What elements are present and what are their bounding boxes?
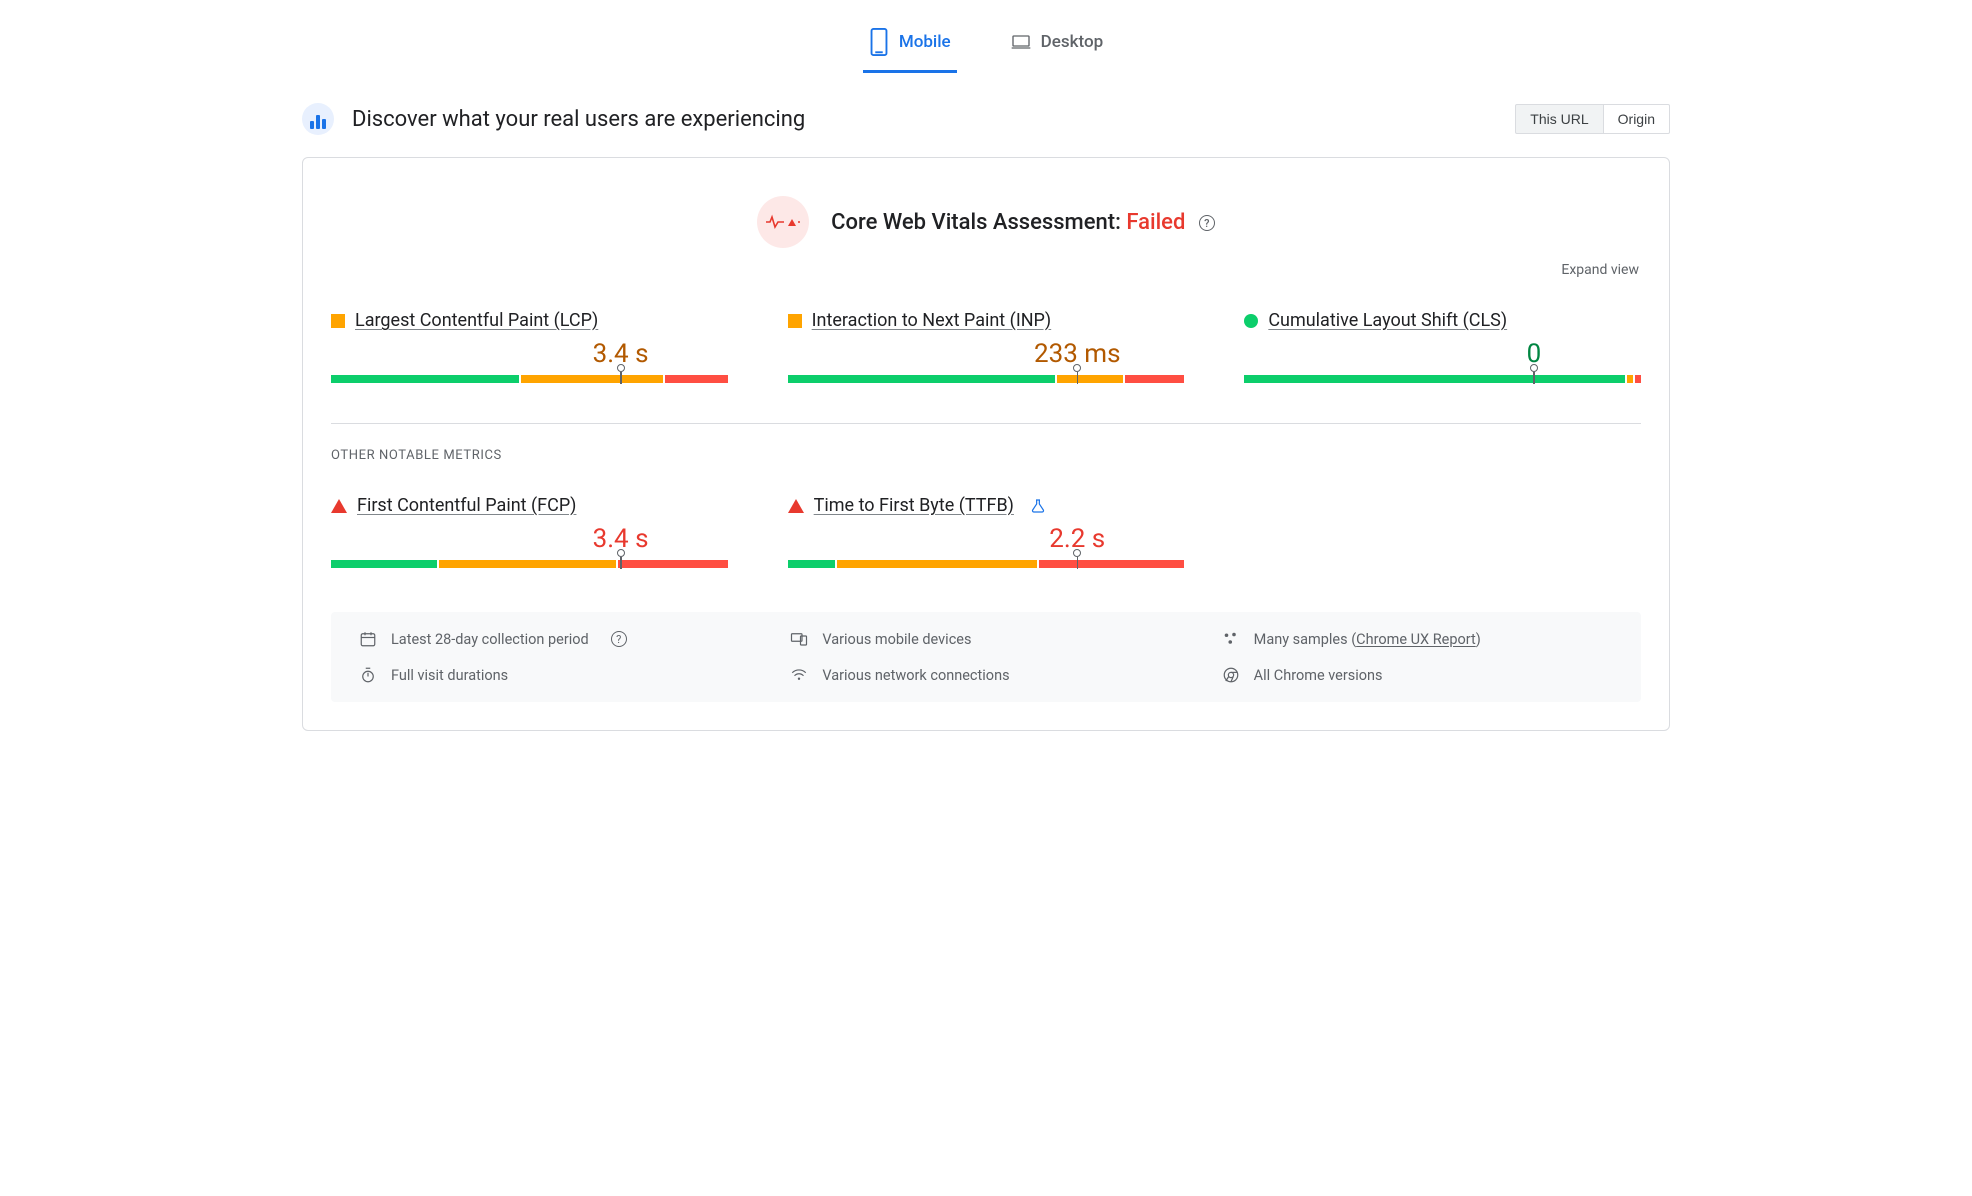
- note-durations: Full visit durations: [359, 666, 750, 684]
- note-devices: Various mobile devices: [790, 630, 1181, 648]
- period-help-icon[interactable]: ?: [611, 631, 627, 647]
- page-title: Discover what your real users are experi…: [352, 107, 805, 132]
- metric-name-link[interactable]: First Contentful Paint (FCP): [357, 495, 576, 516]
- note-devices-text: Various mobile devices: [822, 631, 971, 648]
- device-tabs: Mobile Desktop: [302, 0, 1670, 73]
- note-network: Various network connections: [790, 666, 1181, 684]
- seg-good: [331, 375, 519, 383]
- distribution-bar: [331, 560, 728, 568]
- assessment-help-icon[interactable]: ?: [1199, 215, 1215, 231]
- note-period: Latest 28-day collection period ?: [359, 630, 750, 648]
- seg-good: [331, 560, 437, 568]
- scope-this-url-button[interactable]: This URL: [1515, 104, 1603, 134]
- seg-good: [1244, 375, 1625, 383]
- assessment-row: Core Web Vitals Assessment: Failed ?: [331, 196, 1641, 248]
- metric-name-link[interactable]: Largest Contentful Paint (LCP): [355, 310, 598, 331]
- seg-poor: [1125, 375, 1184, 383]
- seg-poor: [618, 560, 728, 568]
- assessment-label: Core Web Vitals Assessment:: [831, 210, 1126, 235]
- distribution-bar: [788, 375, 1185, 383]
- field-data-card: Core Web Vitals Assessment: Failed ? Exp…: [302, 157, 1670, 731]
- metric-card: Cumulative Layout Shift (CLS) 0: [1244, 306, 1641, 403]
- divider: [331, 423, 1641, 424]
- needle-marker: [1077, 366, 1079, 382]
- seg-needs-improvement: [521, 375, 662, 383]
- metric-card: First Contentful Paint (FCP) 3.4 s: [331, 491, 728, 588]
- wifi-icon: [790, 666, 808, 684]
- tab-desktop-label: Desktop: [1041, 32, 1103, 52]
- other-metrics-label: OTHER NOTABLE METRICS: [331, 448, 1641, 463]
- needle-marker: [1534, 366, 1536, 382]
- notes-footer: Latest 28-day collection period ? Variou…: [331, 612, 1641, 702]
- users-chart-icon: [302, 103, 334, 135]
- note-versions: All Chrome versions: [1222, 666, 1613, 684]
- assessment-text: Core Web Vitals Assessment: Failed ?: [831, 210, 1215, 235]
- metric-card: Largest Contentful Paint (LCP) 3.4 s: [331, 306, 728, 403]
- seg-poor: [1039, 560, 1184, 568]
- status-square-icon: [788, 314, 802, 328]
- status-circle-icon: [1244, 314, 1258, 328]
- needle-marker: [621, 366, 623, 382]
- expand-view-link[interactable]: Expand view: [331, 256, 1641, 278]
- needle-marker: [1077, 551, 1079, 567]
- samples-suffix: ): [1476, 631, 1481, 648]
- assessment-status: Failed: [1126, 210, 1185, 235]
- note-network-text: Various network connections: [822, 667, 1009, 684]
- seg-needs-improvement: [837, 560, 1037, 568]
- crux-link[interactable]: Chrome UX Report: [1356, 631, 1476, 648]
- assessment-pulse-icon: [757, 196, 809, 248]
- mobile-icon: [869, 28, 889, 56]
- distribution-bar: [1244, 375, 1641, 383]
- status-triangle-icon: [331, 499, 347, 513]
- metric-name-link[interactable]: Time to First Byte (TTFB): [814, 495, 1014, 516]
- distribution-bar: [331, 375, 728, 383]
- scatter-icon: [1222, 630, 1240, 648]
- distribution-bar: [788, 560, 1185, 568]
- samples-prefix: Many samples (: [1254, 631, 1357, 648]
- seg-poor: [1635, 375, 1641, 383]
- status-triangle-icon: [788, 499, 804, 513]
- calendar-icon: [359, 630, 377, 648]
- seg-poor: [665, 375, 728, 383]
- seg-needs-improvement: [1057, 375, 1124, 383]
- flask-icon: [1030, 498, 1046, 514]
- metric-name-link[interactable]: Interaction to Next Paint (INP): [812, 310, 1052, 331]
- status-square-icon: [331, 314, 345, 328]
- note-period-text: Latest 28-day collection period: [391, 631, 589, 648]
- seg-needs-improvement: [439, 560, 616, 568]
- seg-needs-improvement: [1627, 375, 1633, 383]
- chrome-icon: [1222, 666, 1240, 684]
- scope-toggle: This URL Origin: [1515, 104, 1670, 134]
- note-samples: Many samples (Chrome UX Report): [1222, 630, 1613, 648]
- metric-card: Interaction to Next Paint (INP) 233 ms: [788, 306, 1185, 403]
- note-durations-text: Full visit durations: [391, 667, 508, 684]
- tab-desktop[interactable]: Desktop: [1005, 18, 1109, 73]
- metric-card: Time to First Byte (TTFB) 2.2 s: [788, 491, 1185, 588]
- metric-name-link[interactable]: Cumulative Layout Shift (CLS): [1268, 310, 1507, 331]
- stopwatch-icon: [359, 666, 377, 684]
- seg-good: [788, 375, 1055, 383]
- tab-mobile[interactable]: Mobile: [863, 18, 957, 73]
- note-versions-text: All Chrome versions: [1254, 667, 1383, 684]
- needle-marker: [621, 551, 623, 567]
- tab-mobile-label: Mobile: [899, 32, 951, 52]
- scope-origin-button[interactable]: Origin: [1604, 104, 1670, 134]
- devices-icon: [790, 630, 808, 648]
- note-samples-text: Many samples (Chrome UX Report): [1254, 631, 1481, 648]
- seg-good: [788, 560, 835, 568]
- desktop-icon: [1011, 28, 1031, 56]
